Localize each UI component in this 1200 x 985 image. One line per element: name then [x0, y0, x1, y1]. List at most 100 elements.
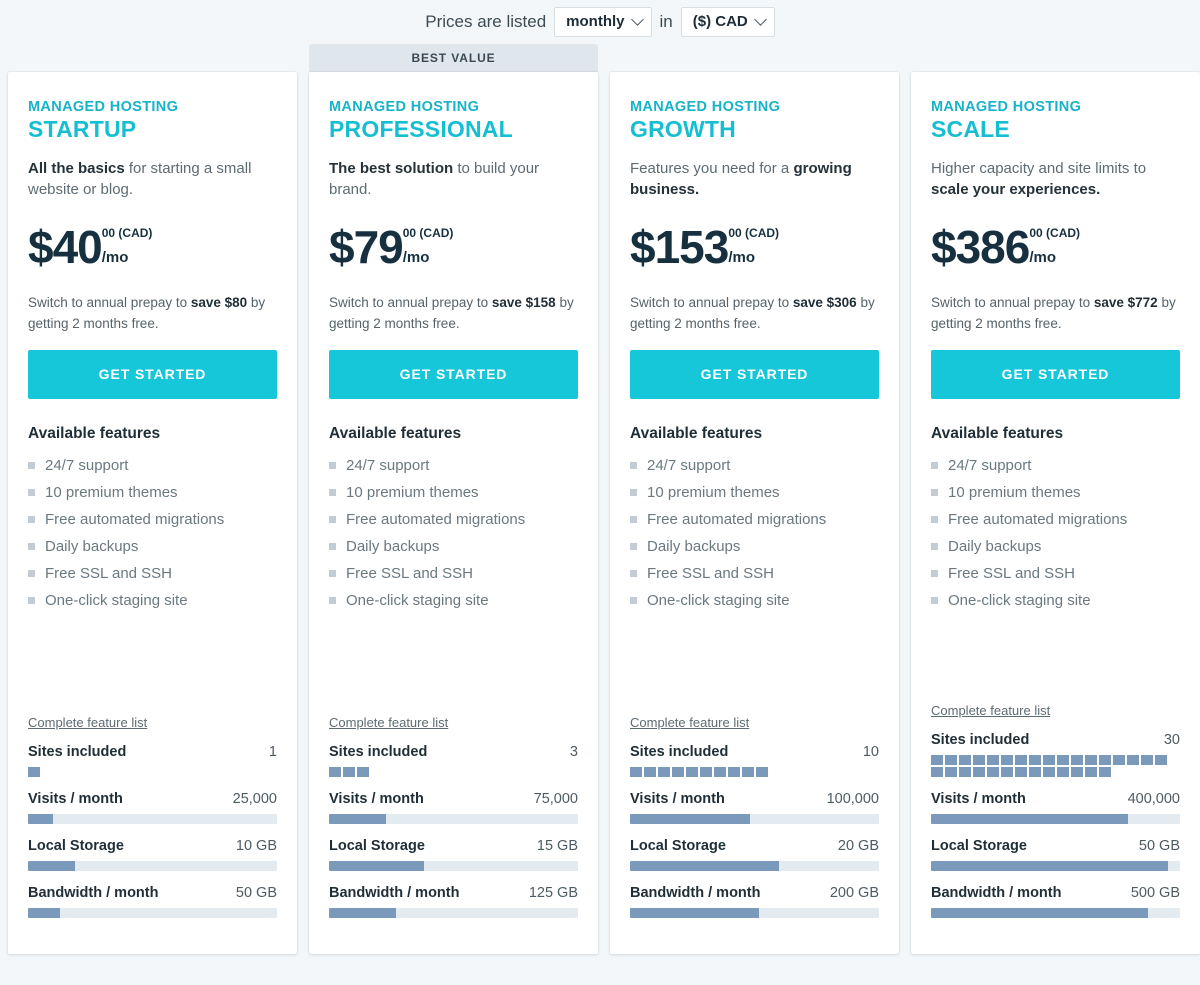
metric-value: 400,000	[1127, 791, 1180, 807]
feature-label: 24/7 support	[45, 456, 129, 474]
site-block	[973, 755, 985, 765]
price-amount: $153	[630, 220, 729, 273]
site-block	[714, 767, 726, 777]
metric-header: Sites included 10	[630, 744, 879, 760]
feature-label: Free automated migrations	[647, 510, 827, 528]
site-block	[658, 767, 670, 777]
annual-savings-note: Switch to annual prepay to save $158 by …	[329, 293, 578, 334]
plan-price: $79 00 (CAD) /mo	[329, 224, 578, 270]
plan-description: Features you need for a growing business…	[630, 158, 879, 204]
site-block	[1057, 767, 1069, 777]
feature-label: Free automated migrations	[948, 510, 1128, 528]
metric-label: Bandwidth / month	[329, 885, 460, 901]
pricing-card: MANAGED HOSTING STARTUP All the basics for…	[8, 72, 297, 954]
plan-name: SCALE	[931, 116, 1010, 143]
billing-period-select[interactable]: monthly	[554, 7, 652, 37]
bullet-square-icon	[28, 542, 35, 550]
metric-header: Local Storage 15 GB	[329, 838, 578, 854]
metric-row: Visits / month 100,000	[630, 791, 879, 824]
get-started-button[interactable]: GET STARTED	[931, 349, 1180, 399]
metric-progress-fill	[329, 814, 387, 824]
metric-label: Visits / month	[28, 791, 123, 807]
plan-eyebrow: MANAGED HOSTING	[28, 99, 179, 115]
metric-progress-track	[329, 814, 578, 824]
flex-spacer	[28, 614, 277, 715]
metric-header: Local Storage 10 GB	[28, 838, 277, 854]
currency-select[interactable]: ($) CAD	[680, 7, 775, 37]
feature-label: One-click staging site	[45, 591, 188, 609]
complete-feature-list-link[interactable]: Complete feature list	[931, 703, 1180, 718]
site-block	[945, 755, 957, 765]
metric-row: Local Storage 20 GB	[630, 838, 879, 871]
metric-value: 500 GB	[1130, 885, 1180, 901]
metric-label: Sites included	[630, 744, 729, 760]
metric-row: Visits / month 400,000	[931, 791, 1180, 824]
get-started-button[interactable]: GET STARTED	[28, 349, 277, 399]
site-block	[1043, 755, 1055, 765]
plan-eyebrow: MANAGED HOSTING	[329, 99, 480, 115]
plan-name: PROFESSIONAL	[329, 116, 513, 143]
sites-block-meter	[630, 767, 879, 777]
bullet-square-icon	[329, 461, 336, 469]
metric-progress-track	[28, 814, 277, 824]
billing-period-value: monthly	[566, 13, 625, 31]
metric-header: Local Storage 50 GB	[931, 838, 1180, 854]
get-started-button[interactable]: GET STARTED	[630, 349, 879, 399]
complete-feature-list-link[interactable]: Complete feature list	[630, 715, 879, 730]
available-features-title: Available features	[28, 424, 161, 442]
annual-savings-note: Switch to annual prepay to save $80 by g…	[28, 293, 277, 334]
metric-row: Bandwidth / month 50 GB	[28, 885, 277, 918]
metric-label: Local Storage	[630, 838, 726, 854]
metric-progress-fill	[329, 861, 424, 871]
metric-header: Sites included 1	[28, 744, 277, 760]
site-block	[1099, 767, 1111, 777]
feature-list: 24/7 support 10 premium themes Free automa…	[28, 452, 277, 614]
feature-list-item: 24/7 support	[630, 452, 879, 479]
savings-amount: save $772	[1093, 295, 1158, 311]
available-features-title: Available features	[329, 424, 462, 442]
bullet-square-icon	[630, 488, 637, 496]
feature-list-item: 10 premium themes	[931, 479, 1180, 506]
bullet-square-icon	[931, 569, 938, 577]
price-cents-currency: 00 (CAD)	[101, 225, 153, 240]
feature-list-item: Free automated migrations	[329, 506, 578, 533]
bullet-square-icon	[630, 596, 637, 604]
metric-row: Bandwidth / month 500 GB	[931, 885, 1180, 918]
metric-value: 10 GB	[235, 838, 277, 854]
bullet-square-icon	[630, 542, 637, 550]
bullet-square-icon	[931, 488, 938, 496]
price-amount: $386	[931, 220, 1030, 273]
metric-header: Bandwidth / month 125 GB	[329, 885, 578, 901]
savings-pre-text: Switch to annual prepay to	[931, 295, 1094, 311]
feature-list: 24/7 support 10 premium themes Free automa…	[931, 452, 1180, 614]
metric-progress-fill	[630, 908, 760, 918]
sites-block-meter	[329, 767, 578, 777]
ribbon-spacer	[8, 44, 297, 72]
complete-feature-list-link[interactable]: Complete feature list	[329, 715, 578, 730]
plan-name: GROWTH	[630, 116, 736, 143]
metric-progress-track	[931, 908, 1180, 918]
bullet-square-icon	[931, 542, 938, 550]
metric-label: Sites included	[329, 744, 428, 760]
savings-pre-text: Switch to annual prepay to	[28, 295, 191, 311]
metric-value: 1	[268, 744, 277, 760]
savings-pre-text: Switch to annual prepay to	[329, 295, 492, 311]
feature-list-item: Daily backups	[28, 533, 277, 560]
feature-label: 10 premium themes	[948, 483, 1081, 501]
chevron-down-icon	[753, 12, 767, 26]
price-period: /mo	[101, 248, 129, 266]
metric-label: Local Storage	[931, 838, 1027, 854]
metric-header: Visits / month 100,000	[630, 791, 879, 807]
bullet-square-icon	[28, 569, 35, 577]
site-block	[987, 767, 999, 777]
sites-block-meter	[931, 755, 1180, 777]
site-block	[1043, 767, 1055, 777]
metric-header: Visits / month 400,000	[931, 791, 1180, 807]
feature-label: 24/7 support	[647, 456, 731, 474]
metric-progress-fill	[931, 908, 1148, 918]
metric-label: Sites included	[28, 744, 127, 760]
feature-list-item: One-click staging site	[329, 587, 578, 614]
get-started-button[interactable]: GET STARTED	[329, 349, 578, 399]
price-suffix: 00 (CAD) /mo	[102, 227, 153, 265]
complete-feature-list-link[interactable]: Complete feature list	[28, 715, 277, 730]
